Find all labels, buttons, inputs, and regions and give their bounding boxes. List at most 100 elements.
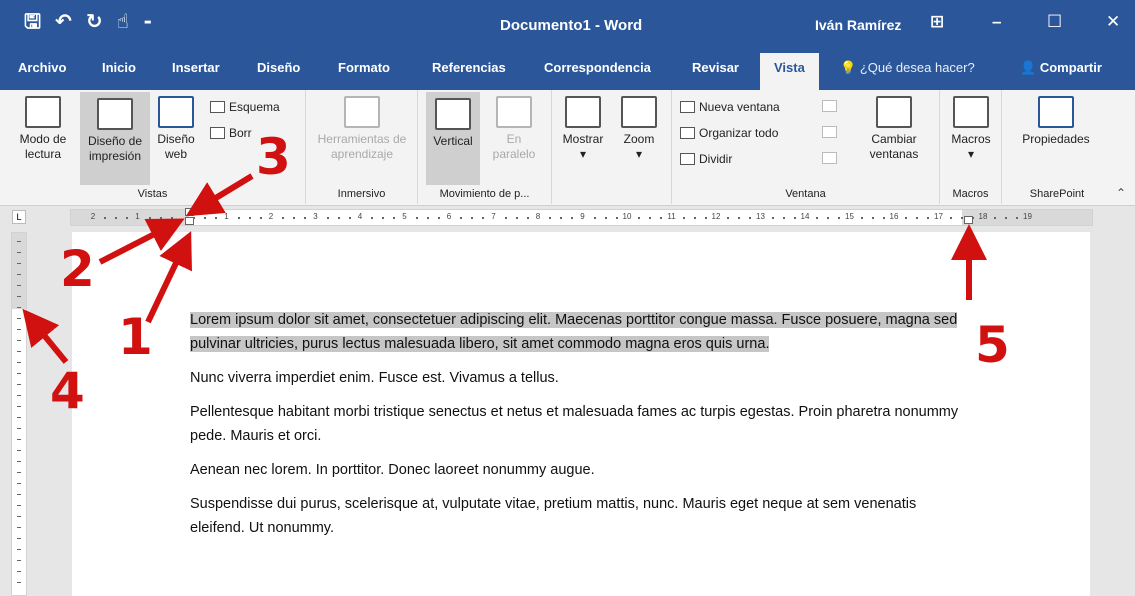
vertical-button[interactable]: Vertical [426, 92, 480, 185]
group-label-ventana: Ventana [785, 188, 826, 200]
draft-button[interactable]: Borr [210, 126, 252, 140]
properties-button[interactable]: Propiedades [1008, 90, 1104, 185]
annotation-number-3: 3 [256, 128, 291, 186]
learning-tools-button[interactable]: Herramientas de aprendizaje [312, 90, 412, 185]
ruler-tick [460, 217, 463, 219]
vertical-ruler-tick [17, 549, 21, 550]
arrange-all-button[interactable]: Organizar todo [680, 126, 778, 140]
vertical-ruler-tick [17, 362, 21, 363]
tell-me-search[interactable]: 💡 ¿Qué desea hacer? [840, 60, 975, 76]
tab-correspondencia[interactable]: Correspondencia [544, 60, 651, 75]
split-button[interactable]: Dividir [680, 152, 732, 166]
close-button[interactable]: ✕ [1106, 12, 1120, 32]
vertical-scrollbar[interactable] [1118, 228, 1135, 596]
macro-icon [953, 96, 989, 128]
first-line-indent-marker[interactable] [185, 208, 194, 216]
tab-insertar[interactable]: Insertar [172, 60, 220, 75]
ruler-tick [871, 217, 874, 219]
share-button[interactable]: 👤 Compartir [1020, 60, 1102, 76]
ruler-tick [282, 217, 285, 219]
sync-scroll-button[interactable] [822, 126, 837, 138]
print-layout-button[interactable]: Diseño de impresión [80, 92, 150, 185]
right-indent-marker[interactable] [964, 216, 973, 224]
show-button[interactable]: Mostrar ▾ [556, 90, 610, 185]
vertical-ruler-tick [17, 241, 21, 242]
left-indent-marker[interactable] [185, 217, 194, 225]
sync-scroll-icon [822, 126, 837, 138]
tab-archivo[interactable]: Archivo [18, 60, 66, 75]
vertical-scroll-icon [435, 98, 471, 130]
vertical-ruler-tick [17, 307, 21, 308]
read-mode-button[interactable]: Modo de lectura [10, 90, 76, 185]
tab-vista[interactable]: Vista [760, 53, 819, 90]
ruler-tick [771, 217, 774, 219]
ruler-tick [248, 217, 251, 219]
ruler-tick [860, 217, 863, 219]
minimize-button[interactable]: – [992, 12, 1001, 32]
ruler-number: 8 [535, 212, 541, 221]
group-ventana: Nueva ventana Organizar todo Dividir Cam… [672, 90, 940, 204]
document-body[interactable]: Lorem ipsum dolor sit amet, consectetuer… [190, 308, 960, 550]
tab-selector[interactable]: L [12, 210, 26, 224]
view-side-by-side-button[interactable] [822, 100, 837, 112]
ruler-tick [571, 217, 574, 219]
macros-button[interactable]: Macros ▾ [944, 90, 998, 185]
vertical-ruler-tick [17, 406, 21, 407]
chevron-down-icon: ▾ [579, 147, 587, 161]
tab-revisar[interactable]: Revisar [692, 60, 739, 75]
title-bar: 🖫 ↶ ↻ ☝ ⁃ Documento1 - Word Iván Ramírez… [0, 0, 1135, 50]
split-label: Dividir [699, 152, 733, 166]
customize-qat-icon[interactable]: ⁃ [143, 12, 153, 32]
ruler-tick [259, 217, 262, 219]
person-icon: 👤 [1020, 60, 1037, 75]
outline-icon [210, 101, 225, 113]
side-by-side-button[interactable]: En paralelo [484, 90, 544, 185]
switch-windows-button[interactable]: Cambiar ventanas [856, 90, 932, 185]
new-window-button[interactable]: Nueva ventana [680, 100, 780, 114]
touch-mode-icon[interactable]: ☝ [117, 12, 129, 32]
paragraph-selected[interactable]: Lorem ipsum dolor sit amet, consectetuer… [190, 308, 960, 356]
reset-window-button[interactable] [822, 152, 837, 164]
undo-icon[interactable]: ↶ [55, 12, 72, 32]
ruler-tick [749, 217, 752, 219]
vertical-ruler-tick [17, 450, 21, 451]
annotation-number-5: 5 [975, 316, 1010, 374]
horizontal-ruler[interactable]: 2 1 1 2 3 4 5 6 7 8 9 10 11 12 13 14 15 16 17 18 19 [70, 208, 1093, 226]
web-layout-button[interactable]: Diseño web [152, 90, 200, 185]
vertical-ruler-tick [17, 582, 21, 583]
annotation-number-1: 1 [118, 308, 153, 366]
tab-formato[interactable]: Formato [338, 60, 390, 75]
macros-label: Macros [951, 132, 991, 146]
vertical-ruler-tick [17, 527, 21, 528]
group-movimiento: Vertical En paralelo Movimiento de p... [418, 90, 552, 204]
vertical-ruler[interactable] [11, 232, 27, 596]
collapse-ribbon-icon[interactable]: ⌃ [1116, 186, 1126, 200]
tab-diseno[interactable]: Diseño [257, 60, 300, 75]
maximize-button[interactable]: ☐ [1047, 12, 1062, 32]
vertical-ruler-tick [17, 373, 21, 374]
document-page[interactable]: Lorem ipsum dolor sit amet, consectetuer… [72, 232, 1090, 596]
new-window-icon [680, 101, 695, 113]
redo-icon[interactable]: ↻ [86, 12, 103, 32]
ruler-tick [793, 217, 796, 219]
group-label-inmersivo: Inmersivo [337, 188, 386, 200]
ribbon-display-options-icon[interactable]: ⊞ [930, 12, 944, 32]
outline-button[interactable]: Esquema [210, 100, 280, 114]
paragraph[interactable]: Aenean nec lorem. In porttitor. Donec la… [190, 458, 960, 482]
share-label: Compartir [1039, 60, 1102, 75]
ruler-tick [159, 217, 162, 219]
paragraph[interactable]: Suspendisse dui purus, scelerisque at, v… [190, 492, 960, 540]
save-icon[interactable]: 🖫 [24, 12, 41, 32]
tab-inicio[interactable]: Inicio [102, 60, 136, 75]
user-name[interactable]: Iván Ramírez [815, 17, 901, 33]
selected-text[interactable]: Lorem ipsum dolor sit amet, consectetuer… [190, 312, 958, 352]
vertical-ruler-tick [17, 351, 21, 352]
paragraph[interactable]: Nunc viverra imperdiet enim. Fusce est. … [190, 366, 960, 390]
show-icon [565, 96, 601, 128]
paragraph[interactable]: Pellentesque habitant morbi tristique se… [190, 400, 960, 448]
ruler-number: 14 [800, 212, 810, 221]
tab-referencias[interactable]: Referencias [432, 60, 506, 75]
ruler-tick [949, 217, 952, 219]
zoom-button[interactable]: Zoom ▾ [614, 90, 664, 185]
ruler-tick [738, 217, 741, 219]
